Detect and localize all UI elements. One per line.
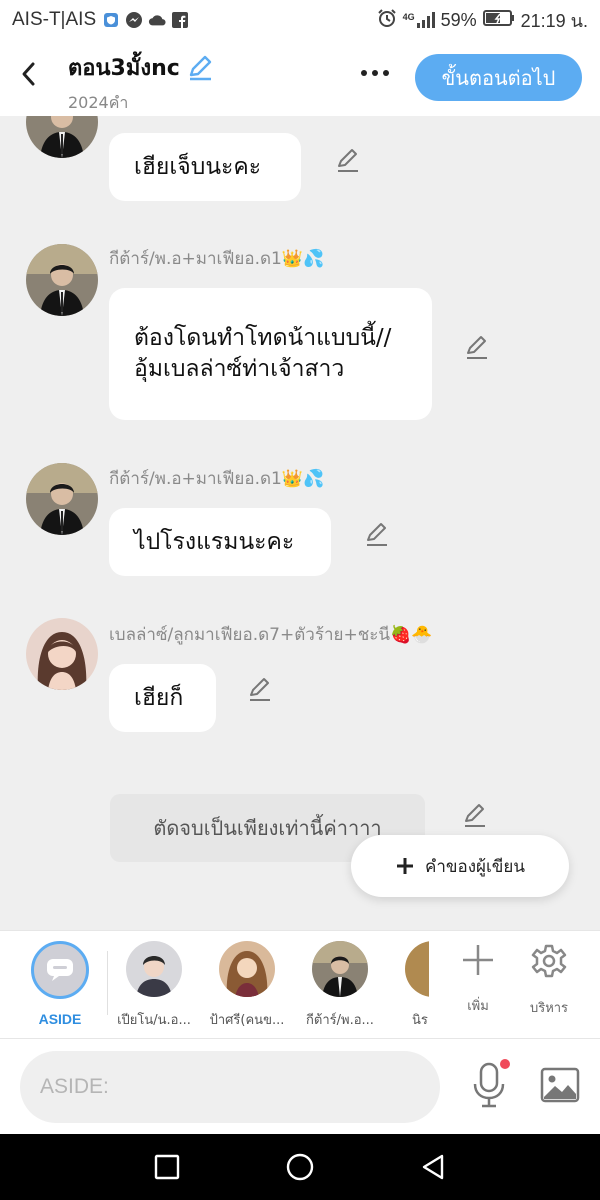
gear-icon [531, 944, 567, 978]
alarm-icon [377, 8, 397, 33]
square-icon [154, 1154, 180, 1180]
back-nav-button[interactable] [413, 1147, 453, 1187]
woman-avatar-icon [219, 941, 275, 997]
sender-emojis: 👑💦 [281, 249, 325, 269]
app-header: ตอน3มั้งnc 2024คำ ขั้นตอนต่อไป [0, 40, 600, 116]
triangle-back-icon [422, 1154, 444, 1180]
character-label: เปียโน/น.อ... [117, 1013, 191, 1028]
edit-message-icon[interactable] [245, 674, 275, 704]
carrier-label: AIS-T|AIS [12, 9, 97, 30]
chat-bubble-icon [47, 959, 73, 981]
plus-icon [396, 858, 413, 874]
character-label: กีต้าร์/พ.อ... [306, 1013, 374, 1028]
dot-icon [361, 70, 367, 76]
chat-area[interactable]: เฮียเจ็บนะคะ กีต้าร์/พ.อ+มาเฟียอ.ด1👑💦 ต้… [0, 116, 600, 930]
microphone-icon [473, 1062, 505, 1108]
image-icon [540, 1067, 580, 1103]
divider [107, 951, 108, 1015]
manage-label: บริหาร [529, 1001, 569, 1016]
cloud-icon [148, 11, 166, 29]
title-block: ตอน3มั้งnc 2024คำ [68, 50, 214, 116]
chevron-left-icon [22, 62, 35, 86]
messenger-icon [125, 11, 143, 29]
edit-message-icon[interactable] [362, 519, 392, 549]
battery-percent: 59% [440, 9, 477, 30]
episode-title-text: ตอน3มั้งnc [68, 56, 180, 81]
edit-message-icon[interactable] [462, 332, 492, 362]
sender-name-text: เบลล่าซ์/ลูกมาเฟียอ.ด7+ตัวร้าย+ชะนี [109, 625, 390, 645]
plus-icon [463, 945, 493, 975]
manage-button[interactable]: บริหาร [517, 943, 581, 1018]
message-input[interactable] [20, 1051, 440, 1123]
sender-name-text: กีต้าร์/พ.อ+มาเฟียอ.ด1 [109, 249, 282, 269]
sender-name: กีต้าร์/พ.อ+มาเฟียอ.ด1👑💦 [109, 465, 324, 492]
sender-name: กีต้าร์/พ.อ+มาเฟียอ.ด1👑💦 [109, 245, 324, 272]
character-aside[interactable]: ASIDE [15, 941, 105, 1027]
recents-button[interactable] [147, 1147, 187, 1187]
writer-note-button[interactable]: คำของผู้เขียน [351, 835, 569, 897]
episode-title[interactable]: ตอน3มั้งnc [68, 50, 214, 85]
character-label: นิร [412, 1013, 428, 1028]
home-button[interactable] [280, 1147, 320, 1187]
sender-emojis: 🍓🐣 [390, 625, 433, 645]
boy-avatar-icon [26, 463, 98, 535]
next-step-button[interactable]: ขั้นตอนต่อไป [415, 54, 582, 101]
back-button[interactable] [14, 58, 42, 90]
boy-avatar-icon [26, 116, 98, 158]
message-bubble[interactable]: ต้องโดนทำโทดน้าแบบนี้//อุ้มเบลล่าซ์ท่าเจ… [109, 288, 432, 420]
add-label: เพิ่ม [467, 999, 489, 1014]
facebook-icon [171, 11, 189, 29]
character-item[interactable]: นิร [405, 941, 429, 1030]
avatar[interactable] [26, 116, 98, 158]
boy-avatar-icon [26, 244, 98, 316]
avatar [219, 941, 275, 997]
avatar[interactable] [26, 618, 98, 690]
word-count: 2024คำ [68, 93, 129, 112]
message-bubble[interactable]: เฮียก็ [109, 664, 216, 732]
character-label: ป้าศรี(คนข... [209, 1013, 285, 1028]
edit-message-icon[interactable] [460, 800, 490, 830]
status-bar: AIS-T|AIS 4G 59% 21:19 น. [0, 0, 600, 40]
dot-icon [372, 70, 378, 76]
circle-icon [286, 1153, 314, 1181]
add-character-button[interactable]: เพิ่ม [446, 943, 510, 1016]
dot-icon [383, 70, 389, 76]
notification-dot [500, 1059, 510, 1069]
avatar [126, 941, 182, 997]
aside-label: ASIDE [38, 1011, 82, 1027]
avatar[interactable] [26, 463, 98, 535]
character-item[interactable]: กีต้าร์/พ.อ... [295, 941, 385, 1030]
writer-note-label: คำของผู้เขียน [424, 856, 526, 877]
input-bar [0, 1038, 600, 1134]
clock: 21:19 น. [520, 10, 588, 31]
battery-icon [482, 9, 515, 31]
aside-avatar [31, 941, 89, 999]
network-label: 4G [402, 12, 415, 22]
image-button[interactable] [536, 1061, 584, 1109]
message-bubble[interactable]: เฮียเจ็บนะคะ [109, 133, 301, 201]
voice-button[interactable] [466, 1057, 512, 1113]
character-bar: ASIDE เปียโน/น.อ... ป้าศรี(คนข... กีต้าร… [0, 930, 600, 1038]
message-bubble[interactable]: ไปโรงแรมนะคะ [109, 508, 331, 576]
boy-avatar-icon [312, 941, 368, 997]
avatar[interactable] [26, 244, 98, 316]
boy-avatar-icon [126, 941, 182, 997]
character-item[interactable]: เปียโน/น.อ... [109, 941, 199, 1030]
avatar [312, 941, 368, 997]
avatar [405, 941, 429, 997]
signal-icon: 4G [403, 12, 435, 28]
sender-emojis: 👑💦 [281, 469, 325, 489]
system-nav-bar [0, 1134, 600, 1200]
more-options-button[interactable] [355, 60, 395, 86]
character-item[interactable]: ป้าศรี(คนข... [202, 941, 292, 1030]
sender-name-text: กีต้าร์/พ.อ+มาเฟียอ.ด1 [109, 469, 282, 489]
sender-name: เบลล่าซ์/ลูกมาเฟียอ.ด7+ตัวร้าย+ชะนี🍓🐣 [109, 621, 432, 648]
girl-avatar-icon [26, 618, 98, 690]
edit-title-icon[interactable] [186, 54, 214, 82]
shield-icon [102, 11, 120, 29]
edit-message-icon[interactable] [333, 145, 363, 175]
